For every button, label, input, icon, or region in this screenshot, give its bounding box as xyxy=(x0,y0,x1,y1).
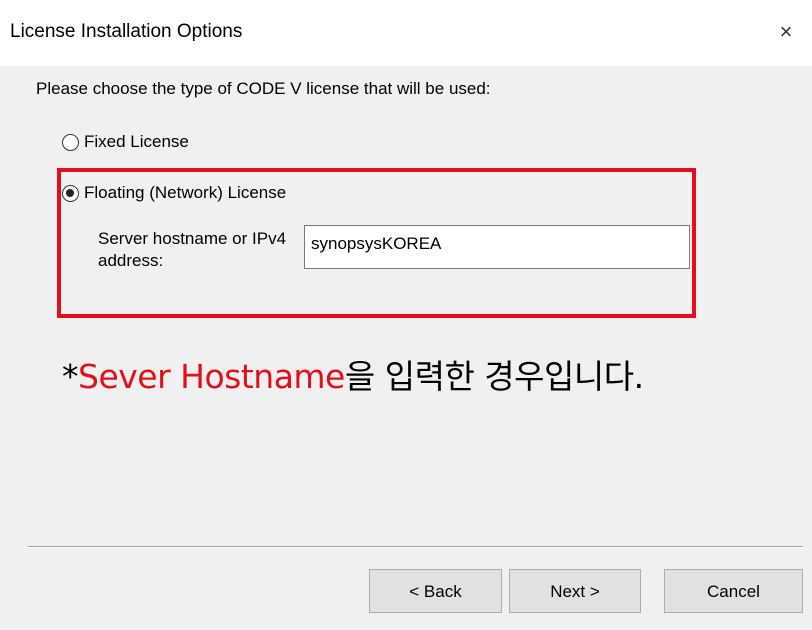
server-hostname-input[interactable] xyxy=(304,225,690,269)
next-button[interactable]: Next > xyxy=(509,569,641,613)
back-button[interactable]: < Back xyxy=(369,569,502,613)
separator-line xyxy=(28,546,803,548)
server-hostname-label: Server hostname or IPv4 address: xyxy=(98,229,287,270)
title-bar: License Installation Options × xyxy=(0,0,812,66)
close-icon[interactable]: × xyxy=(766,14,806,50)
note-suffix: 을 입력한 경우입니다. xyxy=(344,357,644,396)
fixed-license-radio[interactable] xyxy=(62,133,79,151)
annotation-note: *Sever Hostname을 입력한 경우입니다. xyxy=(62,350,644,398)
window-title: License Installation Options xyxy=(10,21,243,42)
fixed-license-label: Fixed License xyxy=(84,132,189,151)
note-prefix: * xyxy=(62,357,79,396)
license-type-prompt: Please choose the type of CODE V license… xyxy=(36,79,491,98)
fixed-license-option[interactable]: Fixed License xyxy=(62,132,189,152)
note-highlight: Sever Hostname xyxy=(78,357,345,396)
cancel-button[interactable]: Cancel xyxy=(664,569,803,613)
